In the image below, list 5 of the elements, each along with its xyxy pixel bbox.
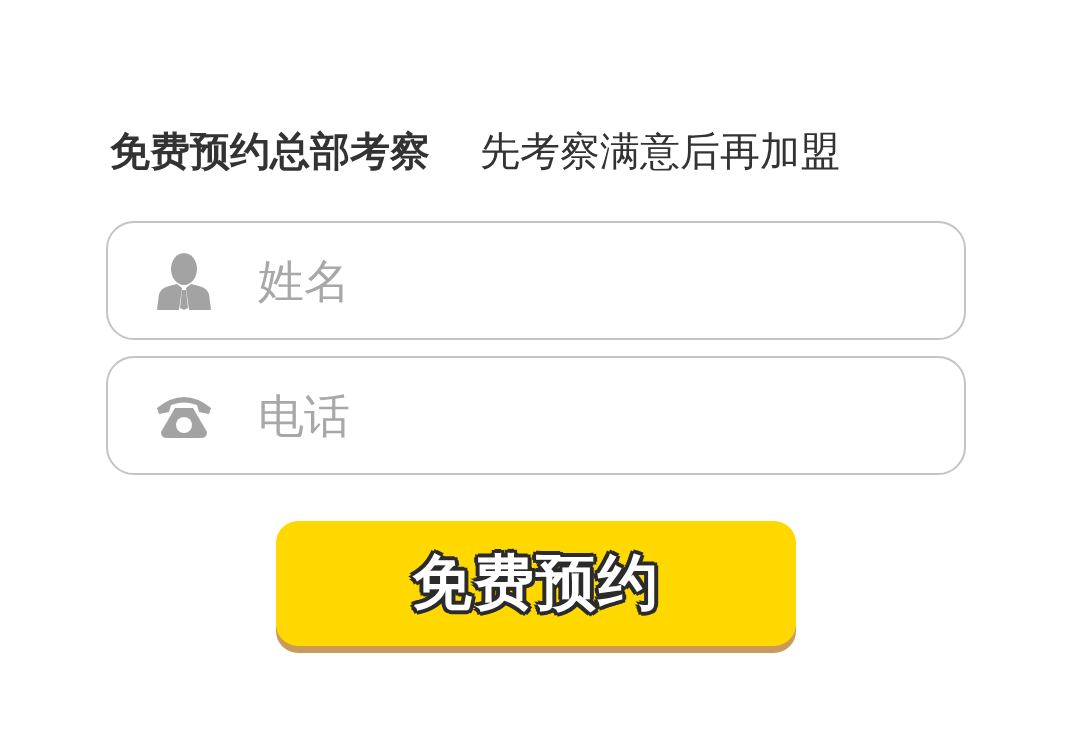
form-title: 免费预约总部考察 — [110, 127, 430, 176]
person-icon — [155, 251, 213, 310]
form-subtitle: 先考察满意后再加盟 — [480, 127, 840, 176]
name-field[interactable]: 姓名 — [106, 221, 966, 340]
phone-field[interactable]: 电话 — [106, 356, 966, 475]
